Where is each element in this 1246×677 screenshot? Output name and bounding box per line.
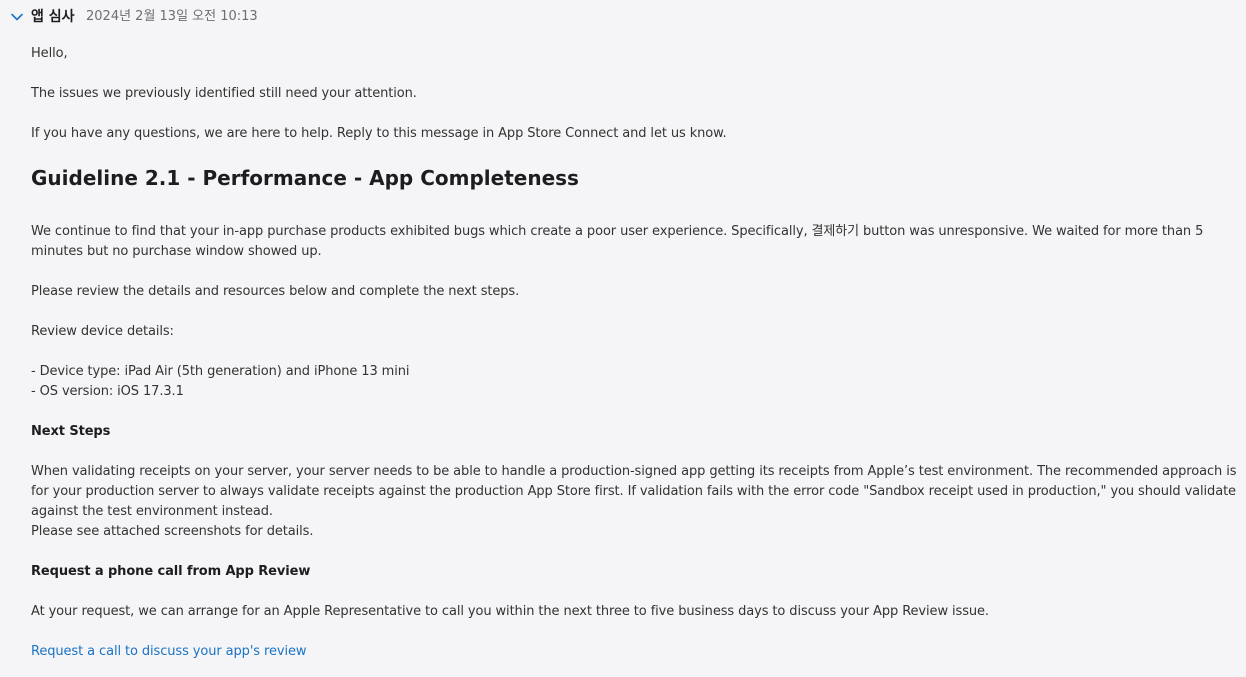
request-call-link[interactable]: Request a call to discuss your app's rev… <box>31 644 307 659</box>
os-version-text: - OS version: iOS 17.3.1 <box>31 384 184 399</box>
sender-name: 앱 심사 <box>31 9 75 25</box>
greeting-text: Hello, <box>31 46 68 61</box>
screenshots-note: Please see attached screenshots for deta… <box>31 524 314 539</box>
finding-text: We continue to find that your in-app pur… <box>31 224 1204 259</box>
next-steps-title: Next Steps <box>31 424 111 439</box>
chevron-down-icon[interactable] <box>11 12 23 22</box>
guideline-title: Guideline 2.1 - Performance - App Comple… <box>31 166 579 190</box>
message-timestamp: 2024년 2월 13일 오전 10:13 <box>86 9 258 24</box>
next-steps-text: When validating receipts on your server,… <box>31 464 1237 519</box>
message-header: 앱 심사 2024년 2월 13일 오전 10:13 <box>0 0 1246 34</box>
message-body: Hello, The issues we previously identifi… <box>31 44 1239 662</box>
review-instruction-text: Please review the details and resources … <box>31 284 520 299</box>
questions-text: If you have any questions, we are here t… <box>31 126 727 141</box>
attention-text: The issues we previously identified stil… <box>31 86 417 101</box>
device-type-text: - Device type: iPad Air (5th generation)… <box>31 364 410 379</box>
device-details-label: Review device details: <box>31 324 174 339</box>
phone-call-text: At your request, we can arrange for an A… <box>31 604 989 619</box>
phone-call-title: Request a phone call from App Review <box>31 564 311 579</box>
